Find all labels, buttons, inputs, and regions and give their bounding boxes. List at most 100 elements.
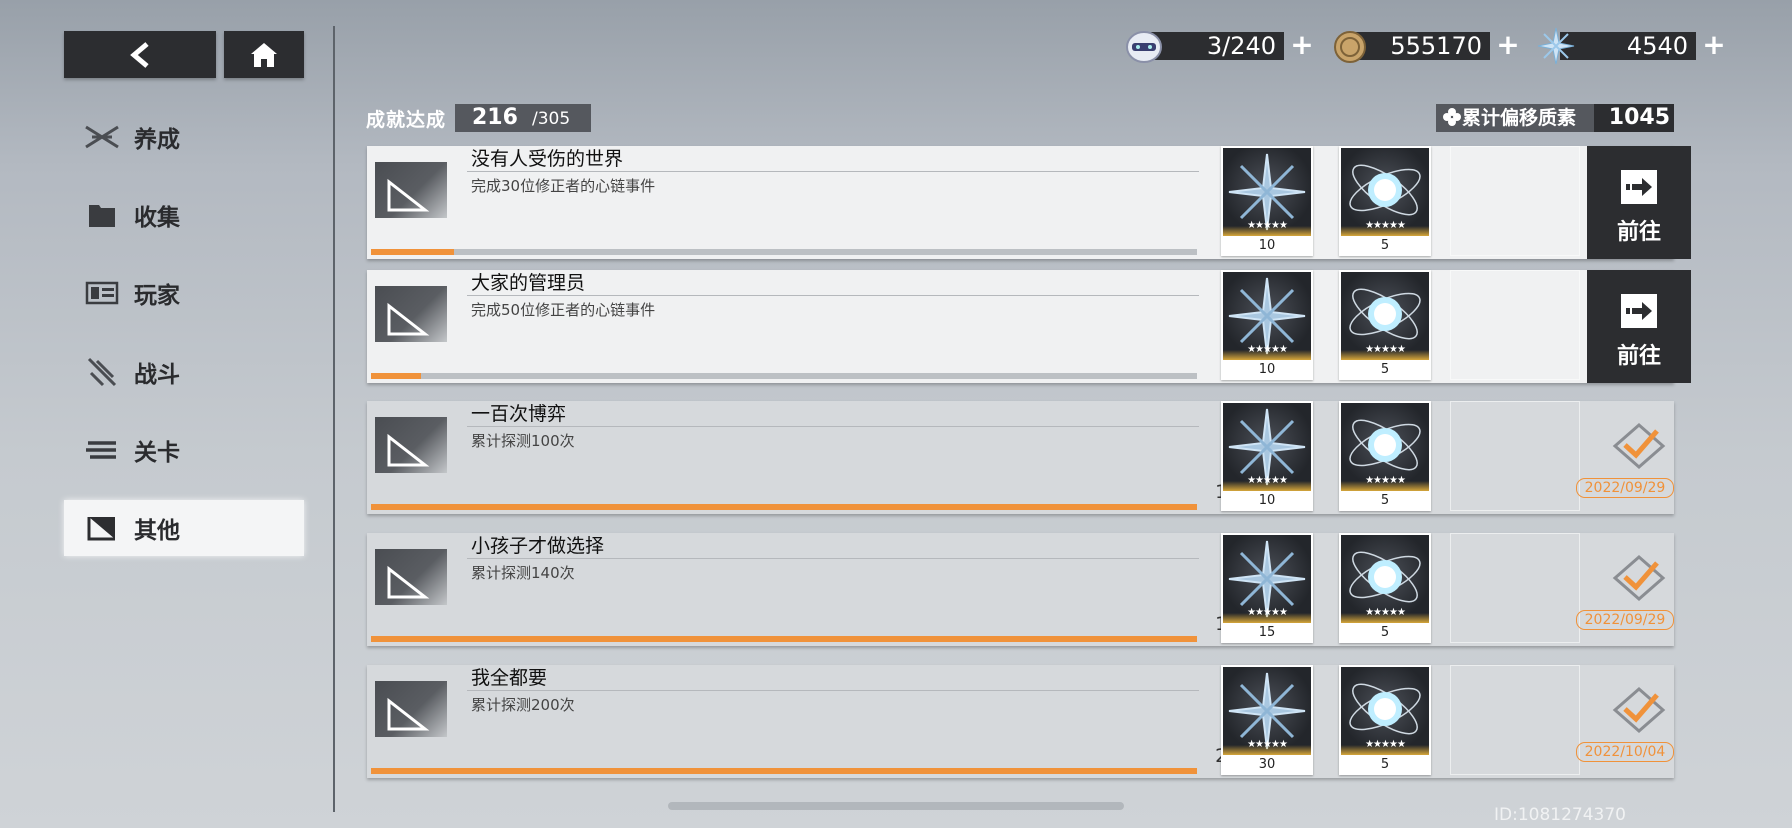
sidebar-item-player[interactable]: 玩家 [64, 265, 304, 321]
reward-item[interactable]: ★★★★★ 15 [1221, 533, 1313, 643]
reward-item[interactable]: ★★★★★ 5 [1339, 665, 1431, 775]
reward-qty: 10 [1258, 493, 1276, 508]
progress-track [371, 249, 1197, 255]
achievement-emblem-icon [375, 286, 447, 342]
achievement-emblem-icon [375, 681, 447, 737]
crystal-add-button[interactable]: + [1700, 31, 1728, 60]
reward-item[interactable]: ★★★★★ 30 [1221, 665, 1313, 775]
coin-add-button[interactable]: + [1494, 31, 1522, 60]
home-button[interactable] [224, 31, 304, 78]
reward-stars: ★★★★★ [1365, 344, 1406, 355]
goto-label: 前往 [1616, 220, 1661, 245]
achievement-title: 小孩子才做选择 [471, 535, 605, 557]
reward-qty: 5 [1380, 757, 1390, 772]
sidebar-item-stage[interactable]: 关卡 [64, 422, 304, 478]
reward-item[interactable]: ★★★★★ 5 [1339, 533, 1431, 643]
completed-check-icon [1612, 423, 1666, 469]
reward-qty: 5 [1380, 238, 1390, 253]
sidebar-item-label: 玩家 [134, 283, 180, 309]
reward-stars: ★★★★★ [1247, 220, 1288, 231]
completion-date: 2022/09/29 [1576, 610, 1674, 630]
progress-track [371, 768, 1197, 774]
achievement-desc: 完成30位修正者的心链事件 [471, 177, 656, 195]
reward-stars: ★★★★★ [1247, 344, 1288, 355]
reward-item[interactable]: ★★★★★ 5 [1339, 270, 1431, 380]
back-button[interactable] [64, 31, 216, 78]
achievement-emblem-icon [375, 417, 447, 473]
reward-stars: ★★★★★ [1365, 220, 1406, 231]
back-arrow-icon [130, 41, 149, 68]
completed-check-icon [1612, 555, 1666, 601]
achievement-desc: 完成50位修正者的心链事件 [471, 301, 656, 319]
reward-qty: 15 [1258, 625, 1276, 640]
achievement-title: 我全都要 [471, 667, 548, 689]
reward-item[interactable]: ★★★★★ 5 [1339, 401, 1431, 511]
reward-qty: 5 [1380, 625, 1390, 640]
sidebar-item-label: 战斗 [134, 362, 180, 388]
title-underline [467, 690, 1199, 691]
reward-item[interactable]: ★★★★★ 10 [1221, 270, 1313, 380]
drift-essence-value: 1045 [1608, 105, 1670, 130]
achievement-total: /305 [532, 109, 571, 129]
achievement-title: 一百次博弈 [471, 403, 567, 425]
sidebar-item-other[interactable]: 其他 [64, 500, 304, 556]
crystal-counter: 4540 + [1536, 27, 1728, 65]
goto-button[interactable]: 前往 [1587, 146, 1691, 259]
stamina-add-button[interactable]: + [1288, 31, 1316, 60]
sidebar-item-cultivate[interactable]: 养成 [64, 109, 304, 165]
other-icon [82, 508, 122, 548]
reward-qty: 30 [1258, 757, 1276, 772]
achievement-title: 大家的管理员 [471, 272, 586, 294]
achievement-emblem-icon [375, 162, 447, 218]
coin-value: 555170 [1390, 32, 1482, 60]
crystal-icon [1537, 27, 1575, 65]
sidebar-item-label: 其他 [134, 518, 180, 544]
progress-fill [371, 768, 1197, 774]
reward-item[interactable]: ★★★★★ 10 [1221, 146, 1313, 256]
reward-qty: 5 [1380, 493, 1390, 508]
arrow-right-icon [1621, 170, 1657, 204]
reward-qty: 10 [1258, 238, 1276, 253]
reward-qty: 10 [1258, 362, 1276, 377]
achievement-title: 没有人受伤的世界 [471, 148, 624, 170]
reward-stars: ★★★★★ [1365, 475, 1406, 486]
achievement-row: 一百次博弈累计探测100次100/100★★★★★10★★★★★52022/09… [367, 401, 1674, 514]
achievement-desc: 累计探测100次 [471, 432, 575, 450]
progress-fill [371, 504, 1197, 510]
achievement-row: 我全都要累计探测200次200/200★★★★★30★★★★★52022/10/… [367, 665, 1674, 778]
completed-check-icon [1612, 687, 1666, 733]
battle-icon [82, 352, 122, 392]
drift-essence-text: 累计偏移质素 [1462, 107, 1577, 129]
progress-fill [371, 373, 421, 379]
reward-item[interactable]: ★★★★★ 10 [1221, 401, 1313, 511]
achievement-row: 小孩子才做选择累计探测140次140/140★★★★★15★★★★★52022/… [367, 533, 1674, 646]
progress-track [371, 373, 1197, 379]
sidebar-divider [333, 26, 335, 812]
empty-reward-slot [1450, 665, 1580, 775]
sidebar-item-battle[interactable]: 战斗 [64, 344, 304, 400]
empty-reward-slot [1450, 270, 1580, 380]
achievement-row: 大家的管理员完成50位修正者的心链事件3/50★★★★★10★★★★★5前往 [367, 270, 1691, 383]
empty-reward-slot [1450, 146, 1580, 256]
folder-icon [82, 195, 122, 235]
id-card-icon [82, 273, 122, 313]
reward-item[interactable]: ★★★★★ 5 [1339, 146, 1431, 256]
sidebar-item-collection[interactable]: 收集 [64, 187, 304, 243]
coin-counter: 555170 + [1330, 30, 1522, 63]
goto-label: 前往 [1616, 344, 1661, 369]
drift-essence-label: 累计偏移质素 [1442, 104, 1576, 132]
achievement-count: 216 [472, 105, 518, 130]
progress-track [371, 504, 1197, 510]
progress-fill [371, 636, 1197, 642]
empty-reward-slot [1450, 401, 1580, 511]
title-underline [467, 426, 1199, 427]
reward-stars: ★★★★★ [1365, 739, 1406, 750]
empty-reward-slot [1450, 533, 1580, 643]
coin-icon [1334, 31, 1366, 63]
title-underline [467, 171, 1199, 172]
home-icon [251, 42, 277, 67]
stage-icon [82, 430, 122, 470]
goto-button[interactable]: 前往 [1587, 270, 1691, 383]
completion-date: 2022/10/04 [1576, 742, 1674, 762]
scroll-indicator[interactable] [668, 802, 1124, 810]
